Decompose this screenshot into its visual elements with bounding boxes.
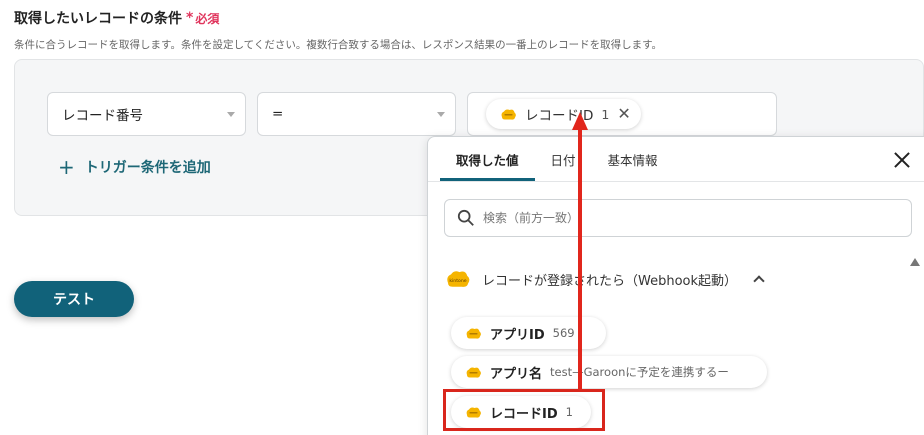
- required-label: 必須: [195, 11, 220, 26]
- operator-select[interactable]: =: [257, 92, 456, 136]
- item-label: アプリID: [490, 327, 545, 343]
- required-asterisk-icon: *: [186, 10, 194, 26]
- tab-date[interactable]: 日付: [535, 137, 592, 181]
- add-trigger-label: トリガー条件を追加: [84, 160, 211, 176]
- caret-down-icon: [227, 112, 235, 117]
- value-field[interactable]: レコードID 1 ✕: [467, 92, 777, 136]
- plus-icon: +: [58, 155, 75, 179]
- close-icon[interactable]: [893, 151, 911, 169]
- popup-tabs: 取得した値 日付 基本情報: [440, 137, 674, 181]
- remove-chip-icon[interactable]: ✕: [617, 106, 630, 122]
- kintone-icon: [465, 327, 482, 340]
- annotation-arrow-head-icon: [572, 112, 588, 130]
- list-item[interactable]: アプリID 569: [451, 317, 606, 349]
- annotation-arrow-line: [578, 128, 582, 390]
- caret-down-icon: [437, 112, 445, 117]
- svg-text:kintone: kintone: [449, 278, 466, 284]
- tab-divider: [428, 181, 924, 182]
- list-item[interactable]: アプリ名 test—Garoonに予定を連携するー: [451, 356, 767, 388]
- group-header[interactable]: kintone レコードが登録されたら（Webhook起動）: [444, 269, 765, 289]
- field-select[interactable]: レコード番号: [47, 92, 246, 136]
- kintone-icon: [465, 366, 482, 379]
- group-label: レコードが登録されたら（Webhook起動）: [482, 273, 738, 289]
- operator-select-value: =: [272, 106, 284, 122]
- field-select-value: レコード番号: [62, 108, 143, 124]
- scroll-up-icon[interactable]: [910, 258, 920, 266]
- search-input[interactable]: [483, 211, 863, 225]
- search-icon: [457, 209, 474, 226]
- annotation-highlight-box: [443, 389, 605, 431]
- item-value: 569: [552, 326, 575, 340]
- section-description: 条件に合うレコードを取得します。条件を設定してください。複数行合致する場合は、レ…: [14, 39, 663, 51]
- add-trigger-condition-button[interactable]: + トリガー条件を追加: [58, 157, 211, 177]
- section-title-text: 取得したいレコードの条件: [14, 11, 182, 27]
- tab-basic-info[interactable]: 基本情報: [592, 137, 674, 181]
- section-title: 取得したいレコードの条件 * 必須: [14, 8, 219, 28]
- value-chip-value: 1: [601, 106, 610, 122]
- item-value: test—Garoonに予定を連携するー: [550, 365, 729, 379]
- search-box[interactable]: [444, 199, 912, 237]
- kintone-icon: [500, 108, 517, 121]
- kintone-logo-icon: kintone: [444, 269, 472, 289]
- test-button[interactable]: テスト: [14, 281, 134, 317]
- tab-retrieved-values[interactable]: 取得した値: [440, 137, 535, 181]
- chevron-up-icon[interactable]: [753, 275, 765, 287]
- value-chip[interactable]: レコードID 1 ✕: [486, 99, 641, 129]
- item-label: アプリ名: [490, 366, 543, 382]
- required-badge: * 必須: [186, 10, 219, 27]
